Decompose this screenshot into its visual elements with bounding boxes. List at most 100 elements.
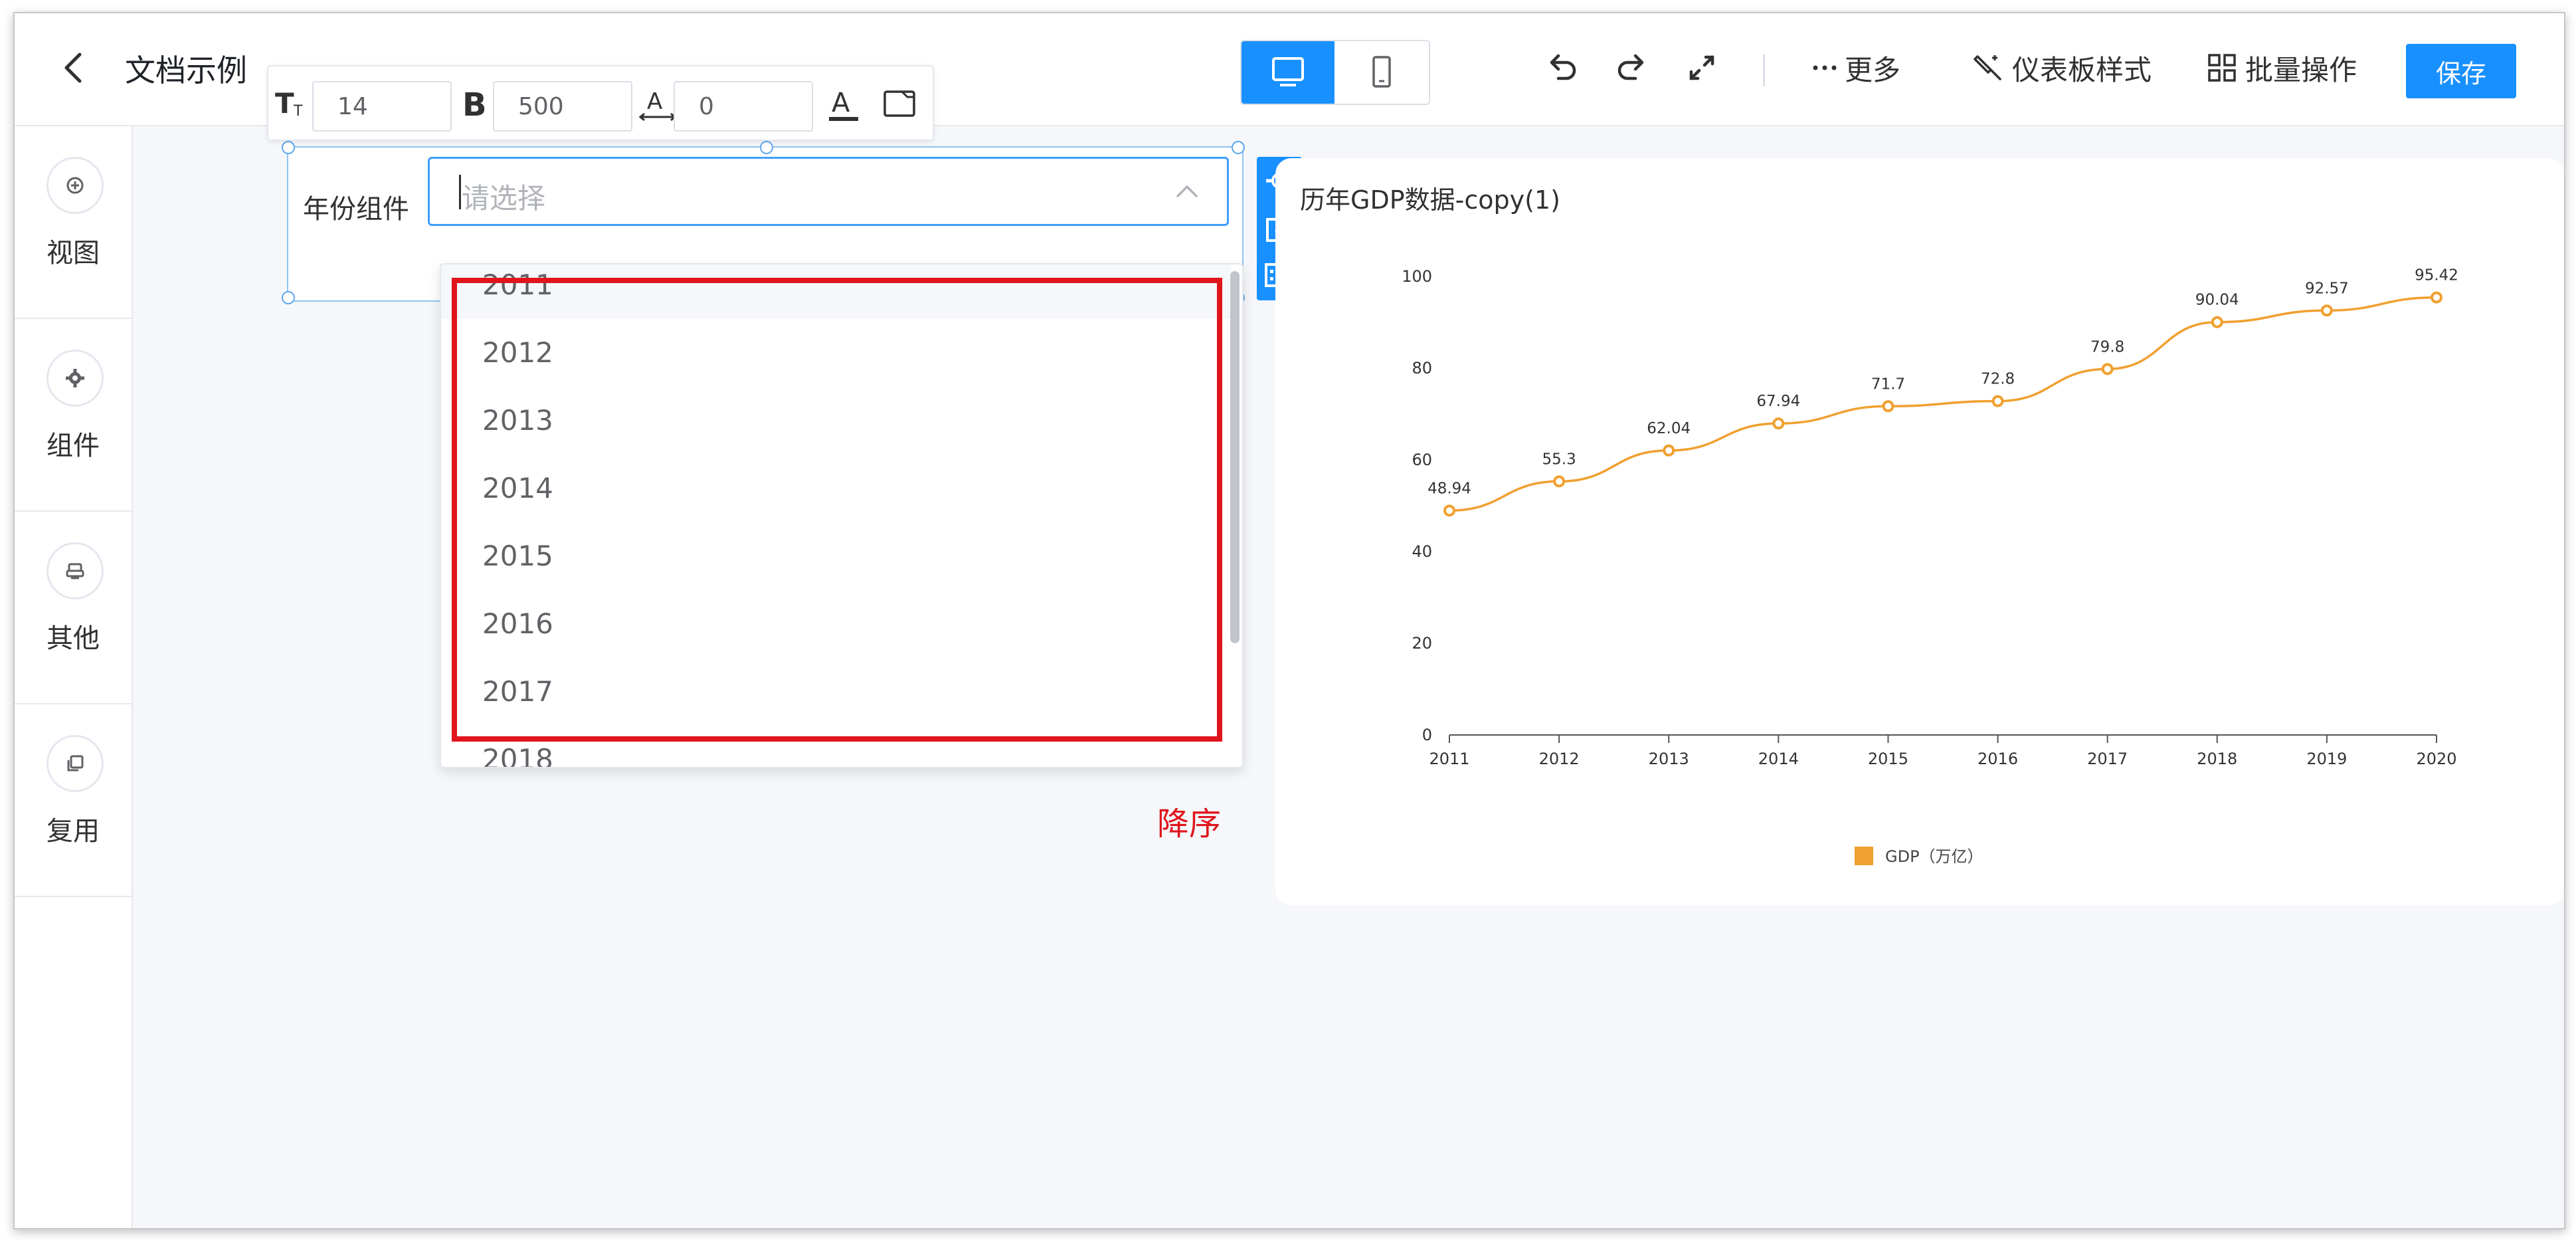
save-button[interactable]: 保存 xyxy=(2406,44,2516,98)
x-tick-label: 2017 xyxy=(2087,750,2128,768)
sidebar-item-components[interactable]: 组件 xyxy=(15,319,132,512)
data-label: 71.7 xyxy=(1871,375,1905,393)
data-point xyxy=(1882,400,1894,413)
ellipsis-icon xyxy=(1813,65,1837,70)
year-dropdown: 2011 2012 2013 2014 2015 2016 2017 2018 xyxy=(440,263,1243,768)
app-window: 文档示例 更多 仪表板样式 批量操作 保存 视图 组件 其他 复用 T T 14… xyxy=(13,12,2565,1229)
expand-icon xyxy=(1689,55,1714,80)
x-tick-label: 2020 xyxy=(2416,750,2456,768)
sidebar-item-label: 复用 xyxy=(46,816,100,847)
data-point xyxy=(2211,316,2223,328)
fullscreen-button[interactable] xyxy=(1682,48,1722,88)
data-label: 62.04 xyxy=(1647,420,1691,437)
data-point xyxy=(2431,291,2442,304)
chevron-left-icon xyxy=(64,52,82,83)
legend-swatch xyxy=(1855,847,1873,865)
back-button[interactable] xyxy=(54,48,94,88)
desktop-view-button[interactable] xyxy=(1242,41,1334,104)
mobile-view-button[interactable] xyxy=(1334,41,1429,104)
text-style-toolbar: TT 14 B 500 A 0 A xyxy=(267,65,934,141)
svg-text:A: A xyxy=(647,88,662,115)
x-tick-label: 2013 xyxy=(1649,750,1689,768)
x-tick-label: 2011 xyxy=(1429,750,1469,768)
sidebar-item-reuse[interactable]: 复用 xyxy=(15,704,132,897)
x-tick-label: 2012 xyxy=(1539,750,1580,768)
dashboard-style-label: 仪表板样式 xyxy=(2012,53,2152,86)
x-tick-label: 2016 xyxy=(1978,750,2018,768)
data-label: 79.8 xyxy=(2090,338,2124,356)
sidebar-item-other[interactable]: 其他 xyxy=(15,512,132,704)
data-label: 48.94 xyxy=(1427,480,1471,497)
y-tick-label: 80 xyxy=(1412,359,1432,377)
font-size-icon[interactable]: TT xyxy=(272,84,312,124)
more-label: 更多 xyxy=(1845,53,1901,86)
dropdown-option-2014[interactable]: 2014 xyxy=(441,455,1232,522)
chevron-up-icon xyxy=(1176,185,1198,197)
data-point xyxy=(1991,395,2004,407)
font-color-icon[interactable]: A xyxy=(824,84,864,124)
data-label: 95.42 xyxy=(2415,267,2458,284)
header-divider xyxy=(1763,54,1765,86)
filter-label: 年份组件 xyxy=(303,194,409,225)
resize-handle[interactable] xyxy=(1232,141,1245,154)
y-tick-label: 60 xyxy=(1412,451,1432,469)
page-title: 文档示例 xyxy=(125,52,247,88)
data-label: 55.3 xyxy=(1542,451,1576,468)
data-label: 92.57 xyxy=(2305,280,2349,297)
svg-text:B: B xyxy=(462,86,487,124)
left-sidebar: 视图 组件 其他 复用 xyxy=(15,126,133,1228)
x-tick-label: 2018 xyxy=(2197,750,2237,768)
letter-spacing-icon[interactable]: A xyxy=(638,84,678,124)
gdp-line-chart: 0 20 40 60 80 100 2011 2012 2013 2014 2015 2016 2017… xyxy=(1402,267,2458,866)
x-tick-label: 2015 xyxy=(1868,750,1908,768)
monitor-icon xyxy=(1272,57,1304,86)
resize-handle[interactable] xyxy=(760,141,773,154)
dropdown-option-2011[interactable]: 2011 xyxy=(441,264,1232,319)
dropdown-option-2013[interactable]: 2013 xyxy=(441,387,1232,455)
x-tick-label: 2019 xyxy=(2306,750,2347,768)
font-weight-input[interactable]: 500 xyxy=(493,81,632,132)
dropdown-option-2017[interactable]: 2017 xyxy=(441,658,1232,726)
svg-text:T: T xyxy=(293,103,303,120)
resize-handle[interactable] xyxy=(282,141,295,154)
redo-button[interactable] xyxy=(1611,48,1651,88)
undo-button[interactable] xyxy=(1542,48,1582,88)
more-button[interactable]: 更多 xyxy=(1811,48,1900,88)
dropdown-option-2012[interactable]: 2012 xyxy=(441,319,1232,387)
select-placeholder: 请选择 xyxy=(462,182,546,215)
bold-icon[interactable]: B xyxy=(457,84,497,124)
data-label: 72.8 xyxy=(1981,371,2015,388)
dropdown-scrollbar[interactable] xyxy=(1230,271,1240,643)
resize-handle[interactable] xyxy=(282,291,295,304)
data-point xyxy=(2320,304,2333,317)
dropdown-option-2018[interactable]: 2018 xyxy=(441,726,1232,767)
sidebar-item-label: 其他 xyxy=(46,623,100,654)
batch-operation-button[interactable]: 批量操作 xyxy=(2207,48,2357,88)
data-label: 90.04 xyxy=(2195,292,2239,309)
sidebar-item-label: 视图 xyxy=(46,238,100,268)
data-point xyxy=(1663,444,1675,457)
magic-wand-icon xyxy=(1974,55,2001,80)
dashboard-style-button[interactable]: 仪表板样式 xyxy=(1971,48,2152,88)
x-tick-label: 2014 xyxy=(1758,750,1799,768)
dropdown-option-2015[interactable]: 2015 xyxy=(441,522,1232,590)
background-color-icon[interactable] xyxy=(879,84,919,124)
data-point xyxy=(1772,417,1785,430)
sidebar-item-views[interactable]: 视图 xyxy=(15,126,132,319)
svg-text:A: A xyxy=(832,88,850,118)
redo-icon xyxy=(1617,54,1644,80)
gear-icon xyxy=(46,350,104,407)
letter-spacing-input[interactable]: 0 xyxy=(674,81,813,132)
annotation-text: 降序 xyxy=(1157,805,1222,843)
device-toggle xyxy=(1240,40,1430,105)
y-tick-label: 100 xyxy=(1402,267,1432,286)
stamp-icon xyxy=(46,542,104,599)
undo-icon xyxy=(1550,54,1576,80)
year-select[interactable]: 请选择 xyxy=(428,157,1229,226)
phone-icon xyxy=(1372,56,1391,88)
data-point xyxy=(1553,475,1566,488)
y-tick-label: 20 xyxy=(1412,634,1432,653)
dropdown-option-2016[interactable]: 2016 xyxy=(441,590,1232,658)
font-size-input[interactable]: 14 xyxy=(312,81,452,132)
y-tick-label: 0 xyxy=(1422,726,1432,744)
